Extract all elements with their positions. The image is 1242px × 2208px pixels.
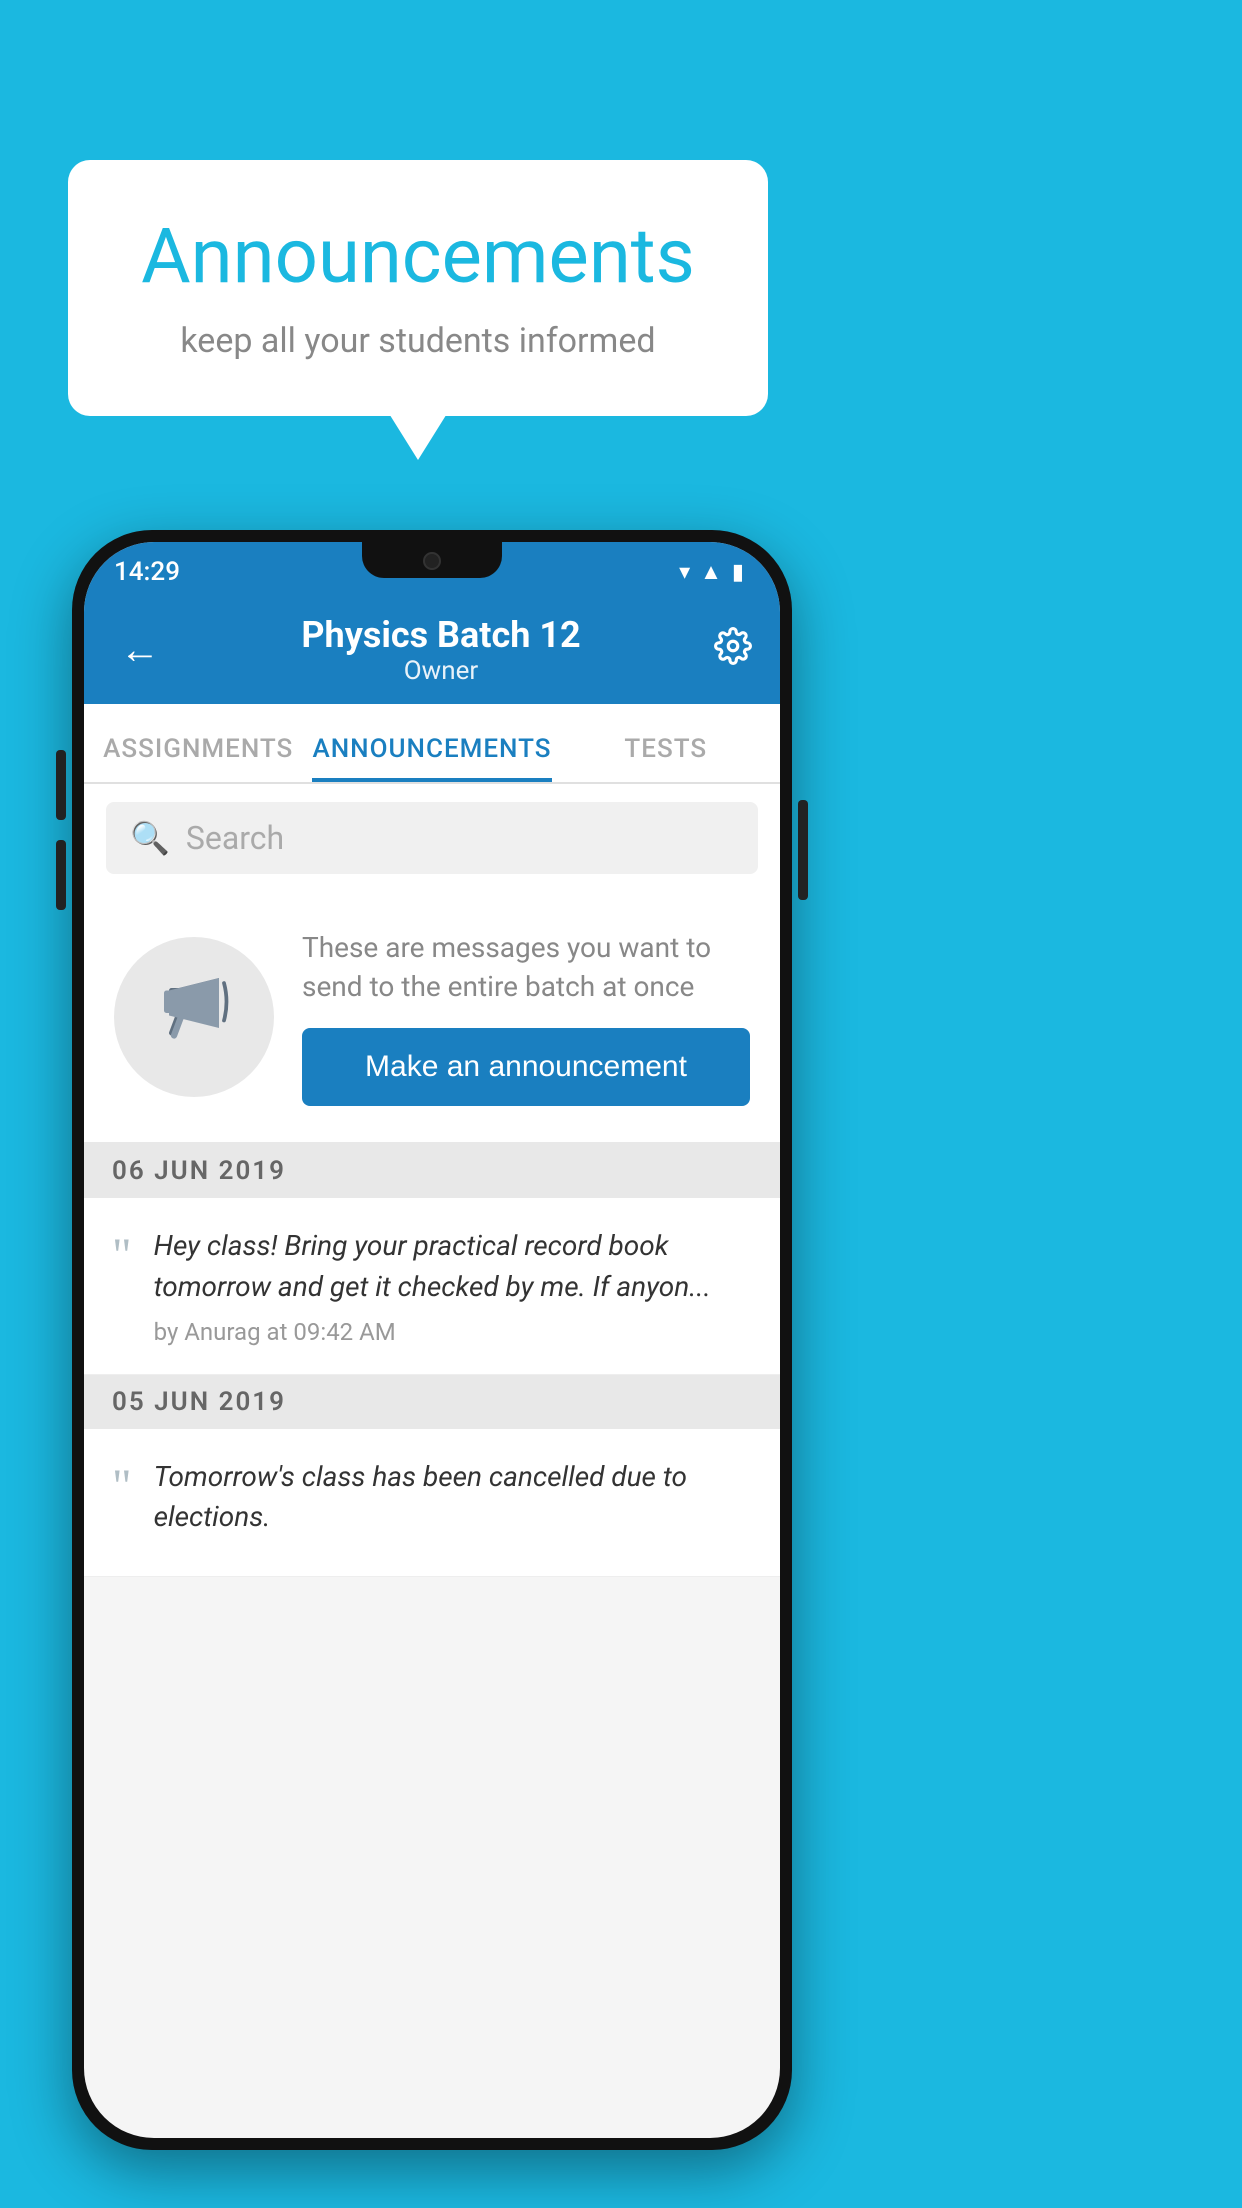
speech-bubble: Announcements keep all your students inf… xyxy=(68,160,768,416)
app-bar-subtitle: Owner xyxy=(168,656,714,686)
app-bar-title: Physics Batch 12 xyxy=(168,614,714,656)
speech-bubble-subtitle: keep all your students informed xyxy=(128,321,708,361)
speech-bubble-title: Announcements xyxy=(128,215,708,299)
power-button[interactable] xyxy=(798,800,808,900)
search-icon: 🔍 xyxy=(130,819,170,857)
tab-assignments[interactable]: ASSIGNMENTS xyxy=(84,734,312,782)
app-bar-center: Physics Batch 12 Owner xyxy=(168,614,714,686)
search-placeholder: Search xyxy=(186,819,284,857)
phone-notch xyxy=(362,542,502,578)
tabs-bar: ASSIGNMENTS ANNOUNCEMENTS TESTS xyxy=(84,704,780,784)
search-container: 🔍 Search xyxy=(84,784,780,892)
announcement-text-1: Hey class! Bring your practical record b… xyxy=(154,1226,752,1307)
app-bar: ← Physics Batch 12 Owner xyxy=(84,596,780,704)
signal-icon: ▲ xyxy=(700,559,722,585)
volume-down-button[interactable] xyxy=(56,840,66,910)
tab-announcements[interactable]: ANNOUNCEMENTS xyxy=(312,734,551,782)
wifi-icon: ▾ xyxy=(679,560,690,585)
announcement-content-2: Tomorrow's class has been cancelled due … xyxy=(154,1457,752,1548)
date-separator-1: 06 JUN 2019 xyxy=(84,1144,780,1198)
status-icons: ▾ ▲ ▮ xyxy=(679,559,744,585)
quote-icon-2: " xyxy=(112,1463,132,1511)
quote-icon-1: " xyxy=(112,1232,132,1280)
announcement-item-2[interactable]: " Tomorrow's class has been cancelled du… xyxy=(84,1429,780,1577)
announcement-meta-1: by Anurag at 09:42 AM xyxy=(154,1318,752,1346)
announcement-text-2: Tomorrow's class has been cancelled due … xyxy=(154,1457,752,1538)
front-camera xyxy=(423,552,441,570)
tab-tests[interactable]: TESTS xyxy=(552,734,780,782)
date-separator-2: 05 JUN 2019 xyxy=(84,1375,780,1429)
promo-card: These are messages you want to send to t… xyxy=(84,892,780,1144)
make-announcement-button[interactable]: Make an announcement xyxy=(302,1028,750,1106)
announcement-content-1: Hey class! Bring your practical record b… xyxy=(154,1226,752,1345)
promo-icon-circle xyxy=(114,937,274,1097)
battery-icon: ▮ xyxy=(732,560,744,585)
volume-up-button[interactable] xyxy=(56,750,66,820)
search-bar[interactable]: 🔍 Search xyxy=(106,802,758,874)
promo-description: These are messages you want to send to t… xyxy=(302,928,750,1006)
announcement-item-1[interactable]: " Hey class! Bring your practical record… xyxy=(84,1198,780,1374)
status-time: 14:29 xyxy=(114,557,180,587)
promo-right: These are messages you want to send to t… xyxy=(302,928,750,1106)
phone-screen: 14:29 ▾ ▲ ▮ ← Physics Batch 12 Owner xyxy=(84,542,780,2138)
back-button[interactable]: ← xyxy=(112,622,168,678)
phone-frame: 14:29 ▾ ▲ ▮ ← Physics Batch 12 Owner xyxy=(72,530,792,2150)
megaphone-icon xyxy=(154,968,234,1066)
settings-button[interactable] xyxy=(714,627,752,674)
